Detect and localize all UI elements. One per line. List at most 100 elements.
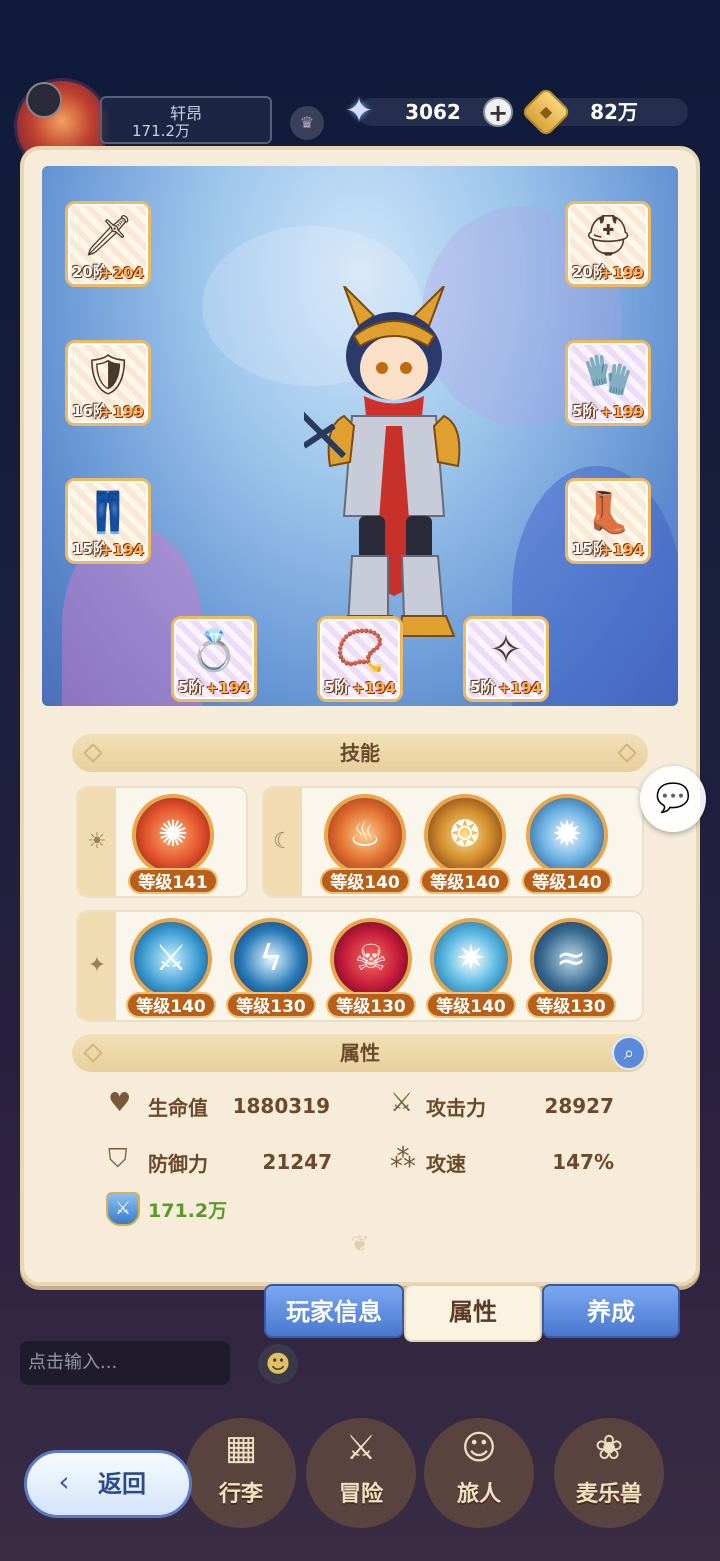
helmet-icon: ⛑ [582, 213, 634, 259]
skill-level: 等级130 [526, 992, 616, 1018]
sword-icon: 🗡 [82, 213, 134, 259]
attribute-detail-search-button[interactable]: ⌕ [612, 1036, 646, 1070]
sun-icon: ☀ [78, 788, 116, 896]
equip-plus: +199 [600, 403, 644, 421]
sparkle-icon: ✦ [78, 912, 116, 1020]
nav-label: 旅人 [456, 1482, 501, 1507]
skill-level: 等级140 [522, 868, 612, 894]
nav-adventure[interactable]: ⚔ 冒险 [306, 1418, 416, 1528]
chat-bubble-button[interactable]: 💬 [640, 766, 706, 832]
attack-label: 攻击力 [426, 1096, 486, 1120]
boots-icon: 👢 [583, 490, 633, 536]
gold-amount: 82万 [590, 100, 638, 124]
nav-label: 行李 [218, 1482, 263, 1507]
nav-label: 冒险 [338, 1482, 383, 1507]
tab-cultivate[interactable]: 养成 [542, 1284, 680, 1338]
equip-plus: +199 [100, 403, 144, 421]
amulet-icon: ✧ [489, 627, 523, 673]
equip-plus: +194 [206, 679, 250, 697]
fire-warrior-icon: ♨ [324, 794, 406, 876]
ring-icon: 💍 [189, 628, 239, 674]
equip-slot-helmet[interactable]: ⛑ 20阶 +199 [565, 201, 651, 287]
skill-slot[interactable]: ϟ 等级130 [226, 918, 316, 1018]
nav-travelers[interactable]: ☺ 旅人 [424, 1418, 534, 1528]
chat-input[interactable]: 点击输入... [20, 1341, 230, 1385]
add-gems-button[interactable]: + [483, 97, 513, 127]
hp-label: 生命值 [148, 1096, 208, 1120]
tab-attributes[interactable]: 属性 [404, 1284, 542, 1342]
equip-slot-gloves[interactable]: 🧤 5阶 +199 [565, 340, 651, 426]
pet-fox-icon: ❀ [594, 1428, 624, 1468]
rank-crown-icon[interactable]: ♛ [290, 106, 324, 140]
top-bar: 轩昂 171.2万 ♛ 3062 ✦ + 82万 ◆ [0, 0, 720, 174]
equip-slot-boots[interactable]: 👢 15阶 +194 [565, 478, 651, 564]
nav-luggage[interactable]: ▦ 行李 [186, 1418, 296, 1528]
gem-amount: 3062 [405, 100, 461, 124]
skill-level: 等级140 [420, 868, 510, 894]
skill-slot[interactable]: ❂ 等级140 [420, 794, 510, 894]
player-nameplate[interactable]: 轩昂 171.2万 [100, 96, 272, 144]
diamond-ornament-icon [83, 1043, 103, 1063]
equip-tier: 5阶 [324, 678, 350, 696]
demon-shadow-icon: ☠ [330, 918, 412, 1000]
combat-power-value: 171.2万 [148, 1200, 228, 1222]
attributes-title: 属性 [340, 1041, 380, 1065]
attack-value: 28927 [544, 1094, 614, 1118]
tab-player-info[interactable]: 玩家信息 [264, 1284, 404, 1338]
passive-skill-row: ☀ ✺ 等级141 [76, 786, 248, 898]
equip-slot-pants[interactable]: 👖 15阶 +194 [65, 478, 151, 564]
diamond-ornament-icon [83, 743, 103, 763]
crossed-swords-icon: ⚔ [390, 1088, 414, 1118]
equip-slot-ring[interactable]: 💍 5阶 +194 [171, 616, 257, 702]
skill-slot[interactable]: ✺ 等级141 [128, 794, 218, 894]
skill-level: 等级130 [326, 992, 416, 1018]
attack-speed-icon: ⁂ [390, 1144, 416, 1174]
ice-sword-icon: ⚔ [130, 918, 212, 1000]
skill-slot[interactable]: ≈ 等级130 [526, 918, 616, 1018]
combat-power-badge-icon: ⚔ [106, 1192, 140, 1226]
necklace-icon: 📿 [335, 628, 385, 674]
gold-coin-symbol-icon: ◆ [539, 102, 553, 121]
equip-slot-weapon[interactable]: 🗡 20阶 +204 [65, 201, 151, 287]
skill-level: 等级140 [320, 868, 410, 894]
skill-level: 等级141 [128, 868, 218, 894]
equip-slot-amulet[interactable]: ✧ 5阶 +194 [463, 616, 549, 702]
skill-level: 等级140 [426, 992, 516, 1018]
attack-speed-value: 147% [552, 1150, 614, 1174]
flame-swirl-icon: ❂ [424, 794, 506, 876]
emoji-button[interactable]: ☻ [258, 1344, 298, 1384]
equip-slot-necklace[interactable]: 📿 5阶 +194 [317, 616, 403, 702]
moon-icon: ☾ [264, 788, 302, 896]
active-skill-row: ☾ ♨ 等级140 ❂ 等级140 ✹ 等级140 [262, 786, 644, 898]
crossed-swords-icon: ⚔ [345, 1428, 377, 1468]
skill-slot[interactable]: ✹ 等级140 [522, 794, 612, 894]
attributes-section-header: 属性 [72, 1034, 648, 1072]
heart-icon: ♥ [108, 1088, 132, 1118]
equip-plus: +199 [600, 264, 644, 282]
defense-value: 21247 [262, 1150, 332, 1174]
lightning-icon: ϟ [230, 918, 312, 1000]
character-stage: 🗡 20阶 +204 ⛑ 20阶 +199 🛡 16阶 +199 🧤 5阶 +1… [42, 166, 678, 706]
equip-plus: +204 [100, 264, 144, 282]
diamond-ornament-icon [617, 743, 637, 763]
skill-slot[interactable]: ☠ 等级130 [326, 918, 416, 1018]
star-gem-icon: ✦ [344, 91, 374, 131]
skill-slot[interactable]: ⚔ 等级140 [126, 918, 216, 1018]
player-power: 171.2万 [132, 122, 190, 140]
shield-icon: ⛉ [108, 1144, 128, 1174]
gauntlet-icon: 🧤 [583, 352, 633, 398]
equip-slot-armor[interactable]: 🛡 16阶 +199 [65, 340, 151, 426]
skill-slot[interactable]: ✷ 等级140 [426, 918, 516, 1018]
hero-character[interactable] [304, 286, 484, 646]
panel-footer-ornament-icon: ❦ [350, 1232, 370, 1257]
skill-level: 等级140 [126, 992, 216, 1018]
back-arrow-icon: ‹ [58, 1465, 70, 1498]
avatar-frame-icon [26, 82, 62, 118]
equip-tier: 5阶 [572, 402, 598, 420]
skill-slot[interactable]: ♨ 等级140 [320, 794, 410, 894]
pants-icon: 👖 [83, 490, 133, 536]
equip-plus: +194 [600, 541, 644, 559]
lion-roar-icon: ✹ [526, 794, 608, 876]
skill-level: 等级130 [226, 992, 316, 1018]
nav-pets[interactable]: ❀ 麦乐兽 [554, 1418, 664, 1528]
